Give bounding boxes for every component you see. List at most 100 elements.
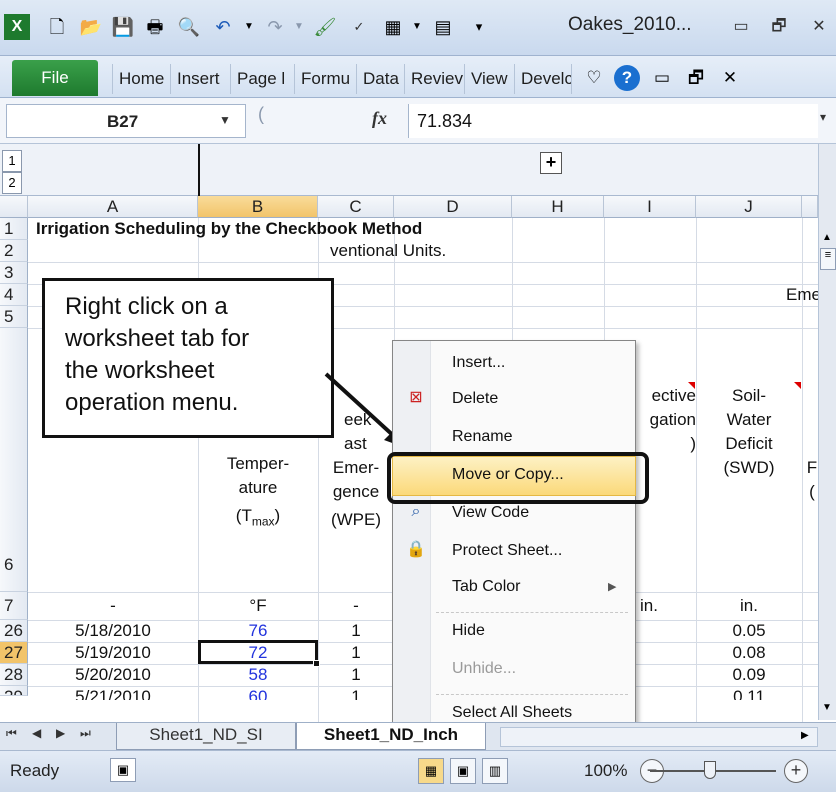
cell-date[interactable]: 5/19/2010 <box>28 642 198 664</box>
name-box[interactable]: B27 ▼ <box>6 104 246 138</box>
undo-icon[interactable]: ↶ <box>210 14 236 40</box>
redo-dropdown-icon[interactable]: ▼ <box>286 14 312 40</box>
format-painter-icon[interactable]: 🖌 <box>312 14 338 40</box>
column-header-d[interactable]: D <box>394 196 512 218</box>
column-header-c[interactable]: C <box>318 196 394 218</box>
column-header-k[interactable] <box>802 196 818 218</box>
tab-view[interactable]: View <box>464 64 514 94</box>
menu-item-protect-sheet[interactable]: Protect Sheet... <box>452 542 562 560</box>
tab-developer[interactable]: Develc <box>514 64 572 94</box>
column-header-i[interactable]: I <box>604 196 696 218</box>
table-dropdown-icon[interactable]: ▼ <box>404 14 430 40</box>
normal-view-button[interactable]: ▦ <box>418 758 444 784</box>
menu-item-hide[interactable]: Hide <box>452 622 485 640</box>
first-sheet-icon[interactable]: ⏮ <box>6 726 17 741</box>
row-header-5[interactable]: 5 <box>0 306 28 328</box>
cell-swd[interactable]: 0.11 <box>696 686 802 700</box>
cell-temp[interactable]: 76 <box>198 620 318 642</box>
last-sheet-icon[interactable]: ⏭ <box>80 726 91 741</box>
row-header-6[interactable]: 6 <box>0 328 28 592</box>
tab-formulas[interactable]: Formu <box>294 64 356 94</box>
minimize-ribbon-icon[interactable]: ♡ <box>580 64 608 92</box>
expand-formula-icon[interactable]: ▾ <box>820 110 826 124</box>
help-icon[interactable]: ? <box>614 65 640 91</box>
sheet-tab-nd-si[interactable]: Sheet1_ND_SI <box>116 723 296 750</box>
row-header-28[interactable]: 28 <box>0 664 28 686</box>
outline-level-1[interactable]: 1 <box>2 150 22 172</box>
print-preview-icon[interactable]: 🔍 <box>176 14 202 40</box>
cell-wpe[interactable]: 1 <box>318 620 394 642</box>
row-header-26[interactable]: 26 <box>0 620 28 642</box>
comment-indicator-icon[interactable] <box>794 382 801 389</box>
menu-item-rename[interactable]: Rename <box>452 428 512 446</box>
row-header-7[interactable]: 7 <box>0 592 28 620</box>
tab-insert[interactable]: Insert <box>170 64 230 94</box>
select-all-corner[interactable] <box>0 196 28 218</box>
restore-button[interactable]: 🗗 <box>766 14 792 40</box>
vertical-scrollbar[interactable]: ▲ ≡ ▼ <box>818 144 836 720</box>
cell-date[interactable]: 5/20/2010 <box>28 664 198 686</box>
new-file-icon[interactable]: 🗋 <box>44 14 70 40</box>
column-header-h[interactable]: H <box>512 196 604 218</box>
next-sheet-icon[interactable]: ▶ <box>56 726 65 740</box>
undo-dropdown-icon[interactable]: ▼ <box>236 14 262 40</box>
scroll-down-icon[interactable]: ▼ <box>822 702 832 713</box>
cell-temp[interactable]: 58 <box>198 664 318 686</box>
row-header-27[interactable]: 27 <box>0 642 28 664</box>
open-folder-icon[interactable]: 📂 <box>78 14 104 40</box>
row-header-3[interactable]: 3 <box>0 262 28 284</box>
close-button[interactable]: ✕ <box>806 14 832 40</box>
chevron-down-icon[interactable]: ▼ <box>219 113 231 127</box>
menu-item-insert[interactable]: Insert... <box>452 354 505 372</box>
cell-swd[interactable]: 0.08 <box>696 642 802 664</box>
tab-review[interactable]: Reviev <box>404 64 464 94</box>
excel-logo-icon[interactable]: X <box>4 14 30 40</box>
workbook-minimize-icon[interactable]: ▭ <box>648 64 676 92</box>
macro-record-icon[interactable]: ▣ <box>110 758 136 782</box>
zoom-slider-thumb[interactable] <box>704 761 716 779</box>
tab-data[interactable]: Data <box>356 64 404 94</box>
customize-toolbar-icon[interactable]: ▾ <box>466 14 492 40</box>
outline-expand-button[interactable]: + <box>540 152 562 174</box>
page-break-view-button[interactable]: ▥ <box>482 758 508 784</box>
table-icon[interactable]: ▦ <box>380 14 406 40</box>
active-cell-border[interactable] <box>198 640 318 664</box>
menu-item-delete[interactable]: Delete <box>452 390 498 408</box>
tab-page-layout[interactable]: Page l <box>230 64 294 94</box>
insert-function-icon[interactable]: fx <box>372 108 387 129</box>
save-icon[interactable]: 💾 <box>110 14 136 40</box>
scrollbar-thumb[interactable]: ≡ <box>820 248 836 270</box>
tab-home[interactable]: Home <box>112 64 170 94</box>
cell-swd[interactable]: 0.09 <box>696 664 802 686</box>
outline-level-2[interactable]: 2 <box>2 172 22 194</box>
cell-date[interactable]: 5/18/2010 <box>28 620 198 642</box>
print-icon[interactable]: 🖶 <box>142 14 168 40</box>
zoom-in-button[interactable]: + <box>784 759 808 783</box>
formula-input[interactable]: 71.834 <box>408 104 818 138</box>
row-header-4[interactable]: 4 <box>0 284 28 306</box>
cell-swd[interactable]: 0.05 <box>696 620 802 642</box>
cell-date[interactable]: 5/21/2010 <box>28 686 198 700</box>
prev-sheet-icon[interactable]: ◀ <box>32 726 41 740</box>
workbook-close-icon[interactable]: ✕ <box>716 64 744 92</box>
form-icon[interactable]: ▤ <box>430 14 456 40</box>
comment-indicator-icon[interactable] <box>688 382 695 389</box>
workbook-restore-icon[interactable]: 🗗 <box>682 64 710 92</box>
row-header-2[interactable]: 2 <box>0 240 28 262</box>
cell-temp[interactable]: 60 <box>198 686 318 700</box>
redo-icon[interactable]: ↷ <box>262 14 288 40</box>
horizontal-scrollbar[interactable]: ▶ <box>500 727 818 747</box>
cell-wpe[interactable]: 1 <box>318 686 394 700</box>
column-header-j[interactable]: J <box>696 196 802 218</box>
scroll-right-icon[interactable]: ▶ <box>801 730 809 741</box>
zoom-percentage[interactable]: 100% <box>584 761 627 781</box>
page-layout-view-button[interactable]: ▣ <box>450 758 476 784</box>
cell-wpe[interactable]: 1 <box>318 642 394 664</box>
column-header-a[interactable]: A <box>28 196 198 218</box>
row-header-1[interactable]: 1 <box>0 218 28 240</box>
menu-item-tab-color[interactable]: Tab Color <box>452 578 520 596</box>
tab-file[interactable]: File <box>12 60 98 96</box>
scroll-up-icon[interactable]: ▲ <box>822 232 832 243</box>
menu-item-view-code[interactable]: View Code <box>452 504 529 522</box>
column-header-b[interactable]: B <box>198 196 318 218</box>
